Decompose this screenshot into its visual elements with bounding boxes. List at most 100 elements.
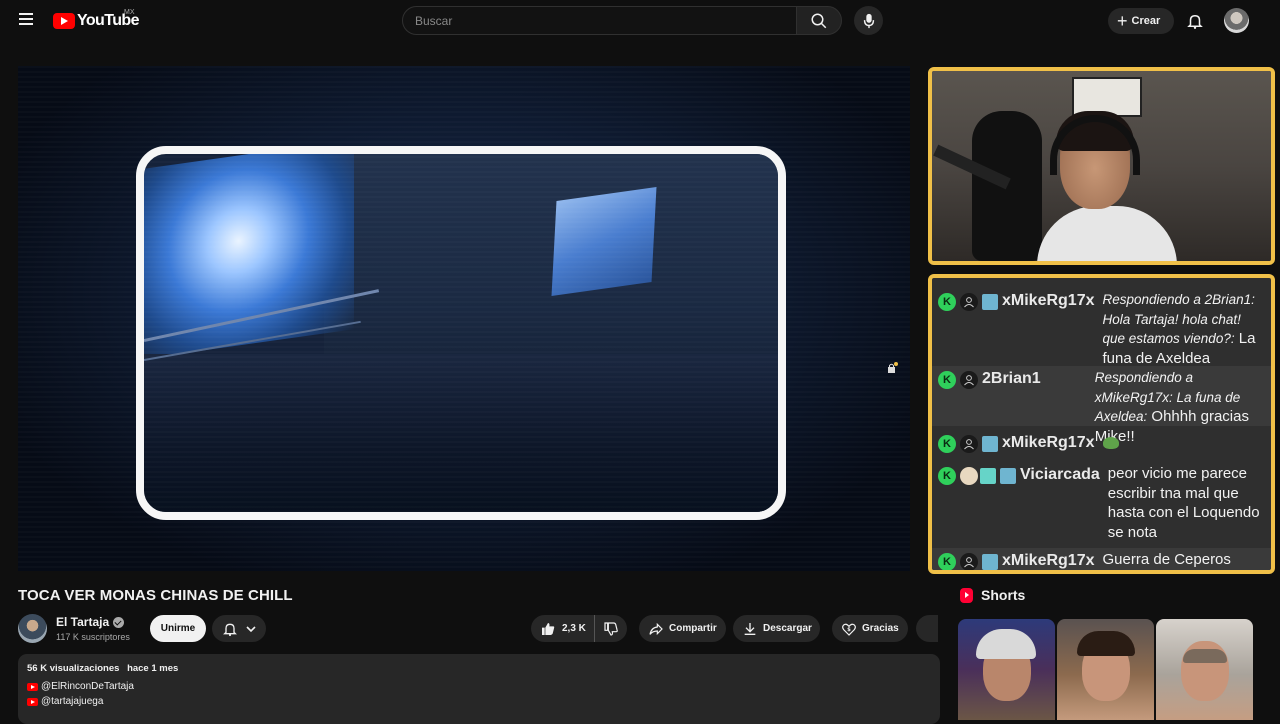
shorts-header: Shorts xyxy=(960,587,1025,603)
search-box xyxy=(402,6,797,35)
chat-username: 2Brian1 xyxy=(982,370,1041,387)
chat-message-text: peor vicio me parece escribir tna mal qu… xyxy=(1107,465,1260,541)
heart-dollar-icon: $ xyxy=(842,623,856,636)
verified-icon xyxy=(113,616,125,628)
youtube-icon xyxy=(27,682,38,691)
scanlines xyxy=(18,66,910,571)
chat-message-text: Guerra de Ceperos xyxy=(1102,551,1231,568)
channel-link-text: @ElRinconDeTartaja xyxy=(41,681,134,692)
more-actions-button[interactable] xyxy=(916,615,938,642)
description-link[interactable]: @tartajajuega xyxy=(27,696,931,707)
webcam-overlay xyxy=(928,67,1275,265)
download-label: Descargar xyxy=(763,623,812,634)
sub-badge-icon xyxy=(1000,468,1016,484)
description-meta: 56 K visualizaciones hace 1 mes xyxy=(27,663,931,674)
create-label: Crear xyxy=(1131,15,1161,27)
bell-icon xyxy=(222,623,237,636)
avatar-badge-icon xyxy=(960,467,978,485)
chat-username: xMikeRg17x xyxy=(1002,434,1095,451)
chat-message: K xMikeRg17x Guerra de Ceperos xyxy=(932,548,1271,570)
short-thumbnail[interactable] xyxy=(1156,619,1253,720)
bell-icon xyxy=(1187,14,1203,29)
top-bar: YouTube MX + Crear xyxy=(0,0,1280,42)
chat-reply: Respondiendo a 2Brian1: Hola Tartaja! ho… xyxy=(1102,292,1255,346)
share-button[interactable]: Compartir xyxy=(639,615,726,642)
like-button[interactable]: 2,3 K xyxy=(531,615,595,642)
search-icon xyxy=(811,13,827,28)
kick-badge-icon: K xyxy=(938,293,956,311)
thumbs-up-icon xyxy=(542,622,555,635)
subscription-bell-button[interactable] xyxy=(212,615,266,642)
voice-search-button[interactable] xyxy=(854,6,883,35)
like-dislike-group: 2,3 K xyxy=(531,615,627,642)
user-icon xyxy=(960,371,978,389)
sub-badge-icon xyxy=(982,294,998,310)
kick-badge-icon: K xyxy=(938,467,956,485)
chat-text: Respondiendo a 2Brian1: Hola Tartaja! ho… xyxy=(1103,290,1266,370)
menu-icon[interactable] xyxy=(14,10,38,32)
youtube-icon xyxy=(27,697,38,706)
thumbnail-hair xyxy=(976,629,1036,659)
chat-message: K xMikeRg17x Respondiendo a 2Brian1: Hol… xyxy=(932,288,1271,370)
kick-badge-icon: K xyxy=(938,553,956,570)
user-icon xyxy=(960,293,978,311)
svg-text:$: $ xyxy=(847,627,851,633)
chat-username: xMikeRg17x xyxy=(1002,552,1095,569)
thumbs-down-icon xyxy=(604,621,618,636)
notifications-button[interactable] xyxy=(1184,10,1206,32)
channel-name[interactable]: El Tartaja xyxy=(56,615,125,629)
account-avatar[interactable] xyxy=(1224,8,1249,33)
short-thumbnail[interactable] xyxy=(958,619,1055,720)
create-button[interactable]: + Crear xyxy=(1108,8,1174,34)
thumbnail-hair xyxy=(1183,649,1227,663)
chat-text xyxy=(1102,432,1119,458)
lock-icon[interactable] xyxy=(886,362,898,374)
shorts-icon xyxy=(960,587,973,603)
chat-message: K 2Brian1 Respondiendo a xMikeRg17x: La … xyxy=(932,366,1271,445)
search-button[interactable] xyxy=(796,6,842,35)
channel-link-text: @tartajajuega xyxy=(41,696,104,707)
sub-badge-icon xyxy=(982,436,998,452)
dislike-button[interactable] xyxy=(595,615,627,642)
sub-badge-icon xyxy=(982,554,998,570)
user-icon xyxy=(960,435,978,453)
subscriber-count: 117 K suscriptores xyxy=(56,632,130,642)
view-count: 56 K visualizaciones xyxy=(27,663,120,674)
short-thumbnail[interactable] xyxy=(1057,619,1154,720)
user-icon xyxy=(960,553,978,570)
shorts-title: Shorts xyxy=(981,587,1026,603)
og-badge-icon xyxy=(980,468,996,484)
plus-icon: + xyxy=(1117,11,1128,31)
thumbnail-hair xyxy=(1077,631,1135,656)
like-count: 2,3 K xyxy=(562,623,586,634)
youtube-play-icon xyxy=(53,13,75,29)
chat-message: K Viciarcada peor vicio me parece escrib… xyxy=(932,462,1271,548)
description-link[interactable]: @ElRinconDeTartaja xyxy=(27,681,931,692)
pepe-emote-icon xyxy=(1102,437,1119,449)
thanks-label: Gracias xyxy=(862,623,899,634)
country-code: MX xyxy=(124,9,135,16)
chevron-down-icon xyxy=(245,625,256,632)
channel-name-text: El Tartaja xyxy=(56,615,110,629)
chat-text: Respondiendo a xMikeRg17x: La funa de Ax… xyxy=(1095,368,1263,445)
chat-overlay: K xMikeRg17x Respondiendo a 2Brian1: Hol… xyxy=(928,274,1275,574)
thanks-button[interactable]: $ Gracias xyxy=(832,615,908,642)
share-label: Compartir xyxy=(669,623,717,634)
video-player[interactable] xyxy=(18,66,910,571)
chat-username: xMikeRg17x xyxy=(1002,292,1095,309)
kick-badge-icon: K xyxy=(938,435,956,453)
chat-message: K xMikeRg17x xyxy=(932,430,1271,458)
search-input[interactable] xyxy=(403,7,796,34)
video-title: TOCA VER MONAS CHINAS DE CHILL xyxy=(18,587,293,604)
join-button[interactable]: Unirme xyxy=(150,615,206,642)
upload-date: hace 1 mes xyxy=(127,663,179,674)
description-box[interactable]: 56 K visualizaciones hace 1 mes @ElRinco… xyxy=(18,654,940,724)
chat-username: Viciarcada xyxy=(1020,466,1100,483)
share-icon xyxy=(649,622,663,635)
chat-text: peor vicio me parece escribir tna mal qu… xyxy=(1108,464,1265,548)
kick-badge-icon: K xyxy=(938,371,956,389)
download-icon xyxy=(744,622,756,635)
microphone-icon xyxy=(863,13,874,28)
channel-avatar[interactable] xyxy=(18,614,47,643)
download-button[interactable]: Descargar xyxy=(733,615,820,642)
